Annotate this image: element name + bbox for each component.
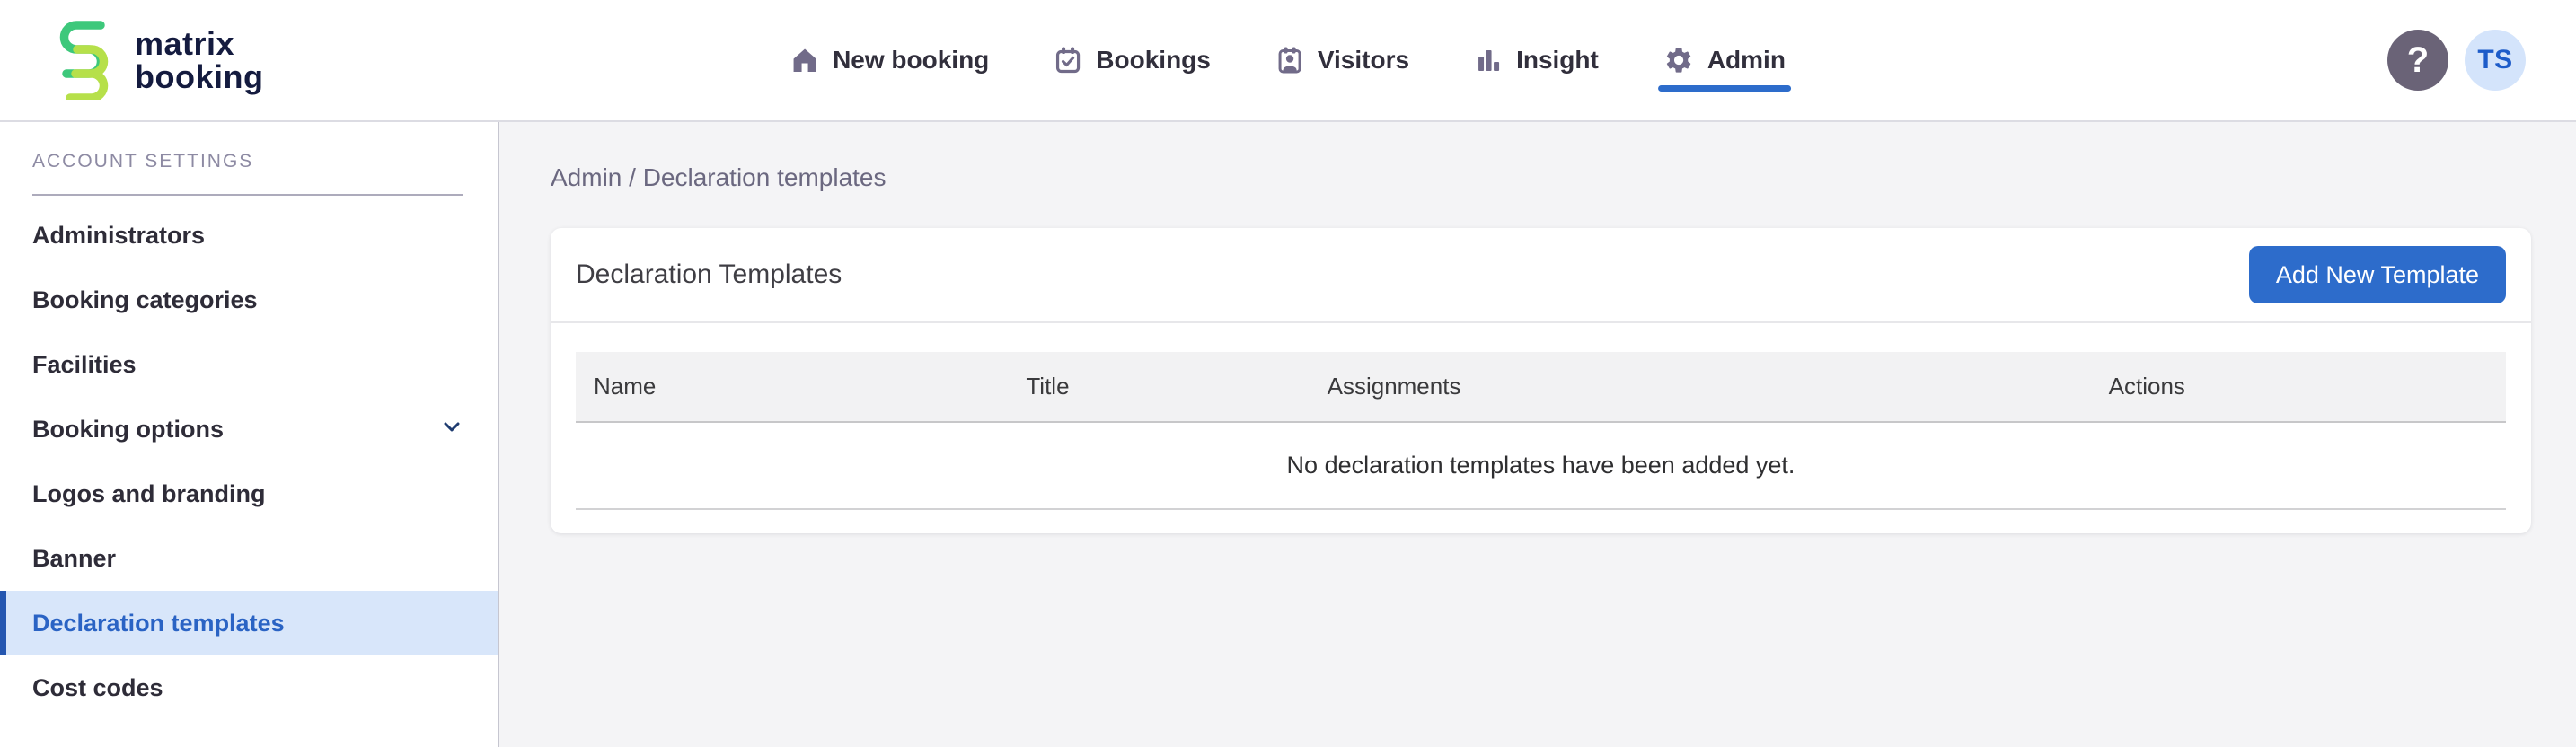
nav-item-visitors[interactable]: Visitors xyxy=(1275,46,1409,75)
help-button[interactable]: ? xyxy=(2387,30,2448,91)
column-header-assignments: Assignments xyxy=(1309,352,1788,423)
panel-title: Declaration Templates xyxy=(576,259,842,289)
nav-item-label: Visitors xyxy=(1317,46,1410,74)
sidebar-item-facilities[interactable]: Facilities xyxy=(0,332,498,397)
sidebar-item-logos-and-branding[interactable]: Logos and branding xyxy=(0,461,498,526)
user-avatar[interactable]: TS xyxy=(2465,30,2526,91)
empty-state-row: No declaration templates have been added… xyxy=(576,422,2506,510)
column-header-actions: Actions xyxy=(1787,352,2506,423)
sidebar-item-administrators[interactable]: Administrators xyxy=(0,203,498,268)
gear-icon xyxy=(1663,45,1694,75)
nav-item-bookings[interactable]: Bookings xyxy=(1054,46,1211,75)
sidebar: ACCOUNT SETTINGS Administrators Booking … xyxy=(0,122,499,747)
nav-item-new-booking[interactable]: New booking xyxy=(790,46,989,75)
sidebar-menu: Administrators Booking categories Facili… xyxy=(0,203,498,720)
main-content: Admin / Declaration templates Declaratio… xyxy=(499,122,2576,747)
templates-table-wrapper: Name Title Assignments Actions No declar… xyxy=(551,323,2531,533)
question-mark-icon: ? xyxy=(2406,40,2430,80)
templates-table: Name Title Assignments Actions No declar… xyxy=(576,352,2506,510)
topbar-actions: ? TS xyxy=(2387,30,2526,91)
nav-item-label: Insight xyxy=(1516,46,1599,74)
chevron-down-icon xyxy=(440,415,463,444)
brand-logo[interactable]: matrix booking xyxy=(50,17,263,104)
declaration-templates-panel: Declaration Templates Add New Template N… xyxy=(551,228,2531,533)
sidebar-item-declaration-templates[interactable]: Declaration templates xyxy=(0,591,498,655)
bar-chart-icon xyxy=(1474,46,1503,75)
visitor-badge-icon xyxy=(1275,46,1304,75)
column-header-title: Title xyxy=(1008,352,1310,423)
panel-header: Declaration Templates Add New Template xyxy=(551,228,2531,323)
add-new-template-button[interactable]: Add New Template xyxy=(2248,246,2506,303)
nav-item-admin[interactable]: Admin xyxy=(1657,45,1791,92)
sidebar-item-booking-categories[interactable]: Booking categories xyxy=(0,268,498,332)
sidebar-item-banner[interactable]: Banner xyxy=(0,526,498,591)
home-icon xyxy=(790,46,819,75)
calendar-check-icon xyxy=(1054,46,1082,75)
admin-active-underline xyxy=(1657,85,1791,92)
sidebar-divider xyxy=(32,194,463,196)
sidebar-section-label: ACCOUNT SETTINGS xyxy=(32,151,254,171)
brand-name: matrix booking xyxy=(135,25,264,95)
top-navigation: New booking Bookings Visitors Insight Ad… xyxy=(790,0,1791,120)
nav-item-label: Admin xyxy=(1707,46,1786,74)
nav-item-label: Bookings xyxy=(1096,46,1211,74)
breadcrumb[interactable]: Admin / Declaration templates xyxy=(551,163,2531,192)
column-header-name: Name xyxy=(576,352,1009,423)
table-header-row: Name Title Assignments Actions xyxy=(576,352,2506,423)
nav-item-label: New booking xyxy=(833,46,990,74)
sidebar-item-cost-codes[interactable]: Cost codes xyxy=(0,655,498,720)
empty-state-message: No declaration templates have been added… xyxy=(576,422,2506,510)
topbar: matrix booking New booking Bookings Visi… xyxy=(0,0,2576,122)
logo-glyph-icon xyxy=(50,17,119,104)
avatar-initials: TS xyxy=(2477,45,2513,75)
sidebar-item-booking-options[interactable]: Booking options xyxy=(0,397,498,461)
nav-item-insight[interactable]: Insight xyxy=(1474,46,1599,75)
